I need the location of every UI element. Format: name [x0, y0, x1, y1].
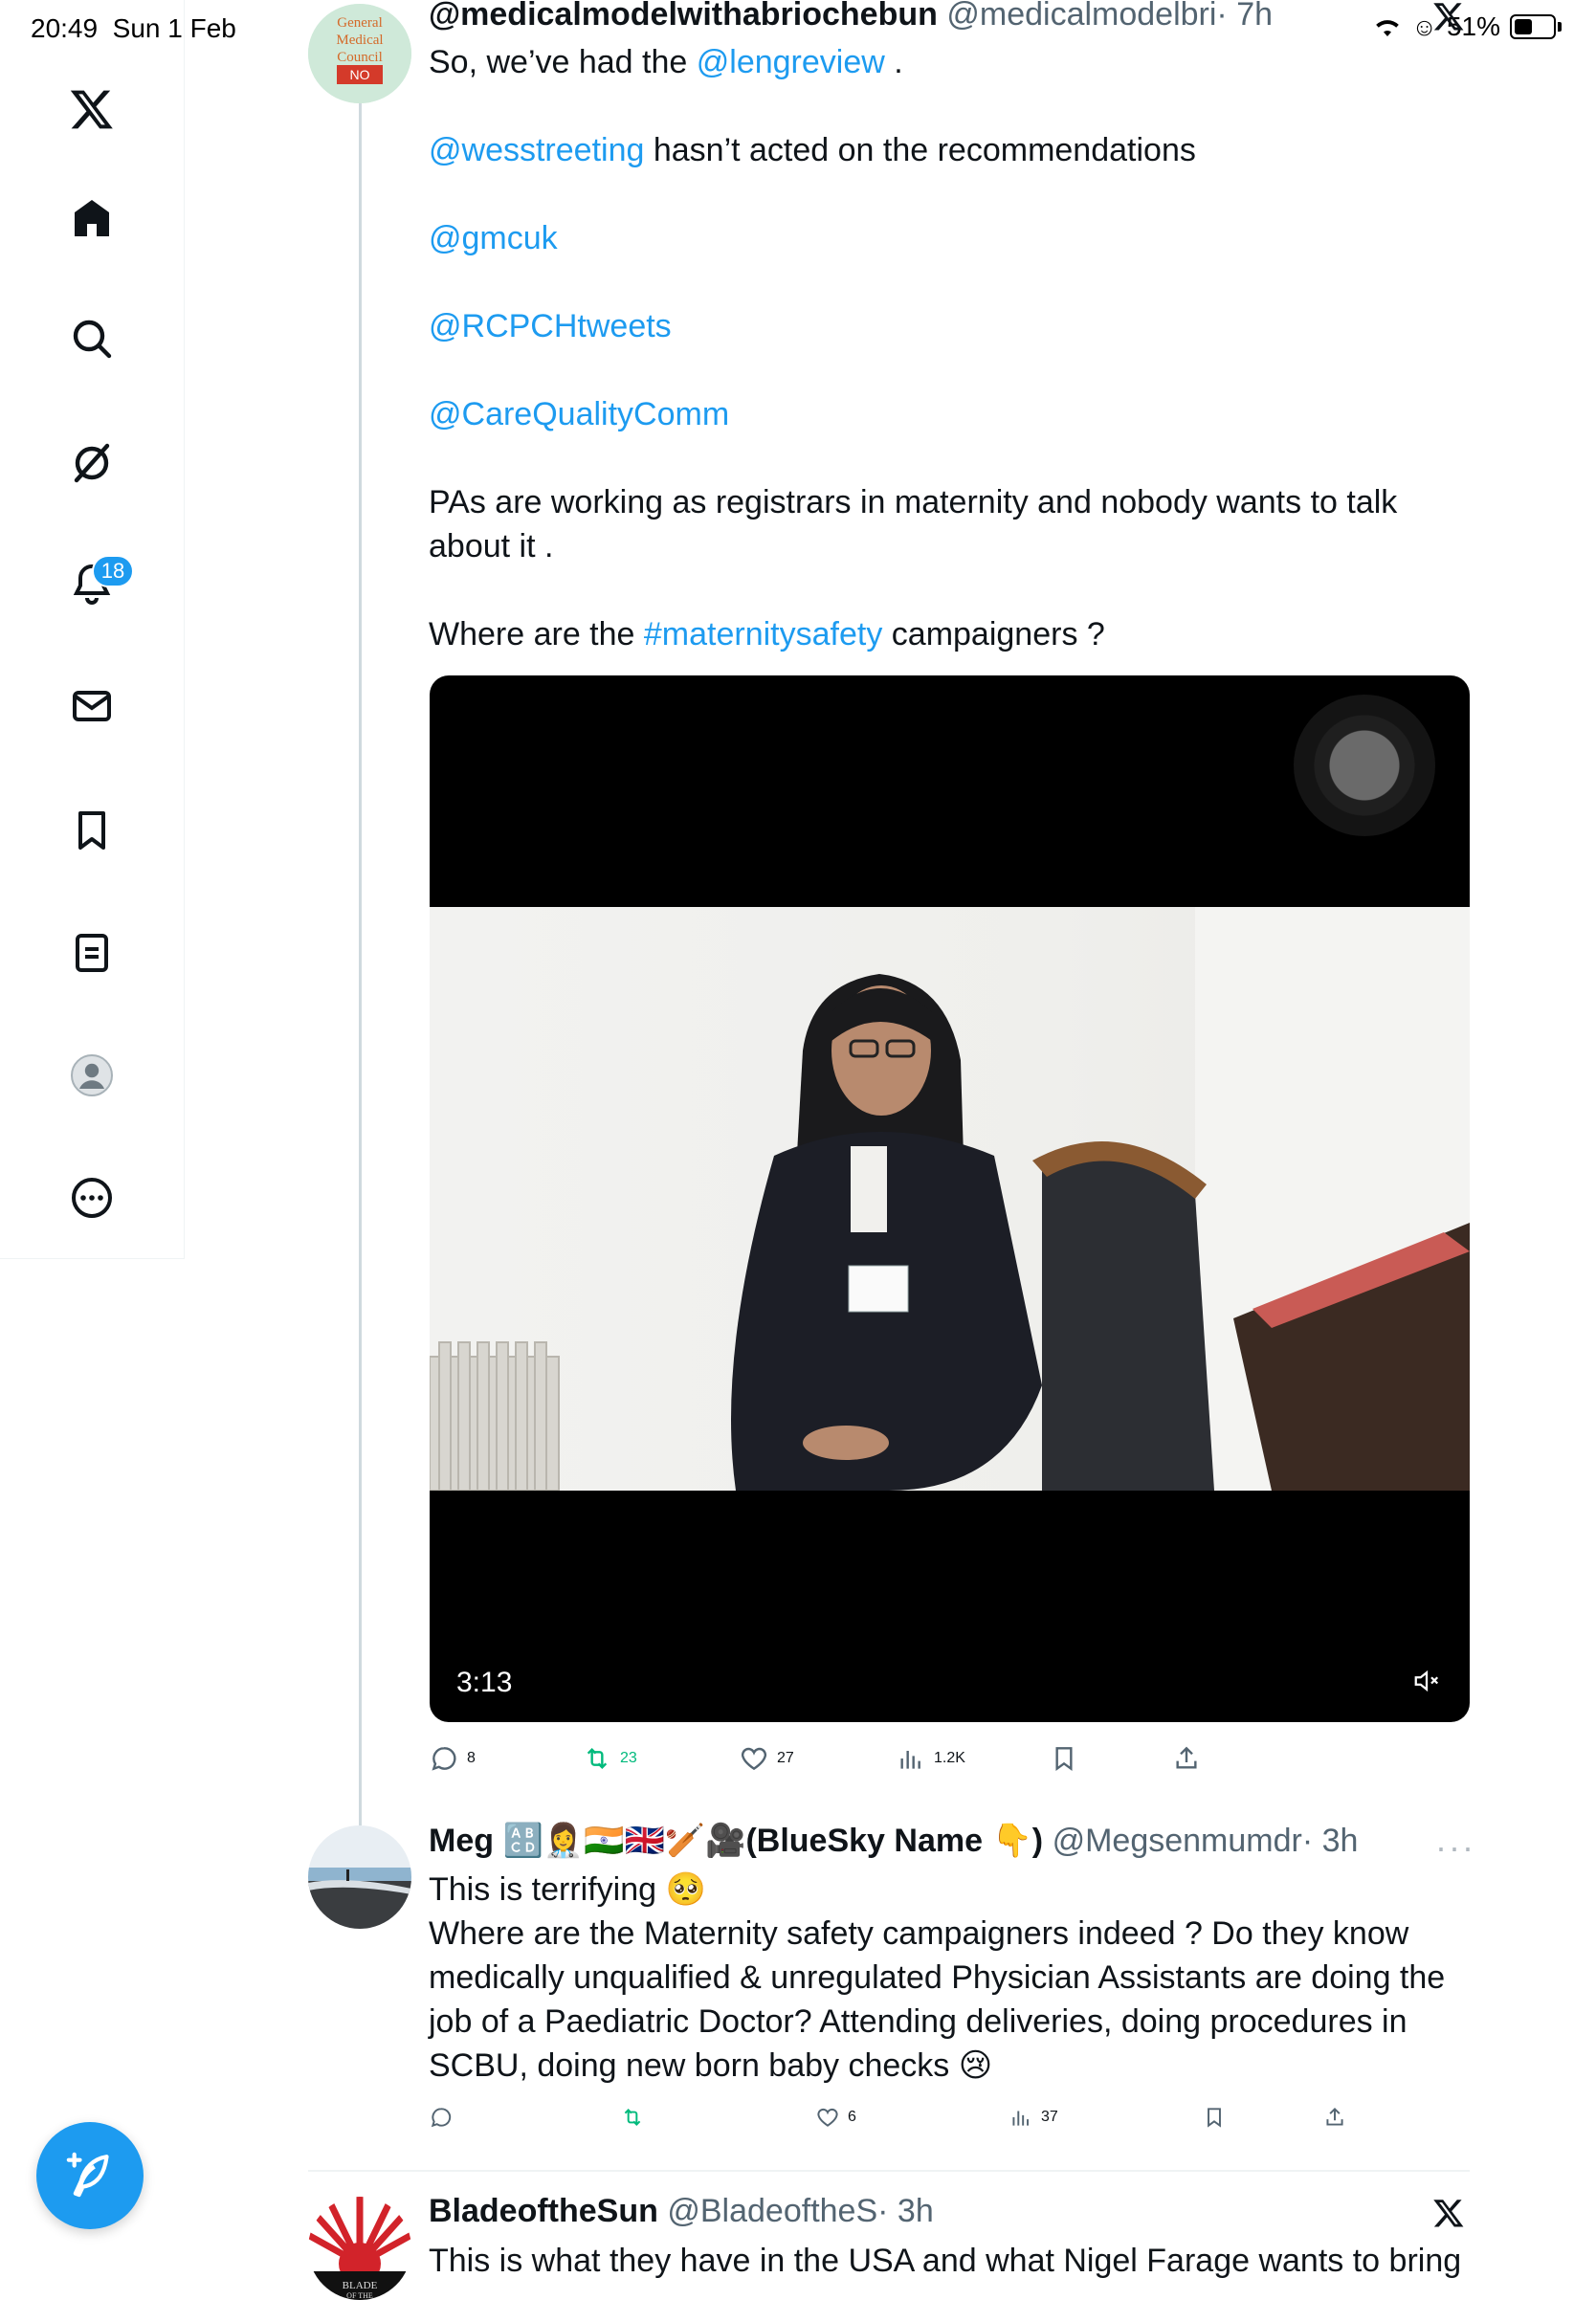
x-close-icon[interactable]	[1431, 0, 1466, 33]
tweet-header: @medicalmodelwithabriochebun @medicalmod…	[429, 0, 1273, 33]
author-name[interactable]: BladeoftheSun	[429, 2193, 658, 2229]
bookmark-button[interactable]	[1049, 1743, 1079, 1774]
like-button[interactable]: 27	[739, 1743, 794, 1774]
home-icon[interactable]	[65, 191, 119, 245]
video-frame	[430, 907, 1470, 1491]
post-time: · 3h	[1301, 1823, 1359, 1859]
share-icon	[1176, 1746, 1197, 1769]
reply-icon	[432, 1747, 456, 1771]
reply-button[interactable]	[429, 2105, 454, 2130]
share-icon	[1326, 2107, 1343, 2126]
svg-text:General: General	[337, 15, 382, 31]
bookmark-icon	[1208, 2108, 1221, 2128]
tweet-divider	[308, 2170, 1470, 2172]
tweet-line: So, we’ve had the @lengreview .	[429, 44, 903, 80]
author-name[interactable]: Meg 🔠👩‍⚕️🇮🇳🇬🇧🏏🎥(BlueSky Name 👇)	[429, 1823, 1043, 1859]
grok-icon[interactable]	[65, 436, 119, 490]
author-handle[interactable]: @Megsenmumdr	[1053, 1823, 1302, 1859]
tweet-body: This is terrifying 🥺 Where are the Mater…	[429, 1868, 1472, 2088]
lists-icon[interactable]	[65, 926, 119, 980]
messages-icon[interactable]	[65, 679, 119, 733]
video-duration: 3:13	[456, 1667, 513, 1698]
notifications-badge: 18	[92, 555, 134, 587]
compose-post-button[interactable]	[36, 2122, 144, 2229]
post-time: · 3h	[877, 2193, 934, 2229]
svg-text:NO: NO	[350, 67, 370, 82]
analytics-icon	[1012, 2111, 1030, 2126]
bookmark-icon	[1055, 1747, 1073, 1772]
tweet-body: So, we’ve had the @lengreview . @wesstre…	[429, 40, 1481, 656]
profile-icon[interactable]	[65, 1049, 119, 1102]
heart-icon	[817, 2108, 838, 2127]
wifi-icon	[1376, 20, 1400, 36]
bookmarks-icon[interactable]	[65, 804, 119, 857]
beach-avatar-icon	[308, 1825, 411, 1929]
tweet-line: This is terrifying 🥺	[429, 1871, 706, 1908]
record-button[interactable]	[1294, 695, 1435, 836]
author-handle[interactable]: @medicalmodelbri	[946, 0, 1216, 33]
views-button[interactable]: 1.2K	[896, 1743, 965, 1774]
avatar-medicalmodel[interactable]: General Medical Council NO	[308, 4, 411, 103]
video-still	[430, 907, 1470, 1491]
tweet-paragraph: PAs are working as registrars in materni…	[429, 484, 1398, 564]
hashtag-link[interactable]: #maternitysafety	[644, 616, 882, 652]
tweet-line: Where are the #maternitysafety campaigne…	[429, 616, 1105, 652]
x-logo-icon[interactable]	[65, 82, 119, 136]
heart-icon	[741, 1747, 767, 1771]
svg-text:Council: Council	[337, 50, 383, 65]
tweet-body: This is what they have in the USA and wh…	[429, 2239, 1481, 2283]
retweet-icon	[587, 1747, 608, 1770]
like-button[interactable]: 6	[815, 2105, 856, 2130]
battery-icon	[1510, 14, 1556, 39]
mention-link[interactable]: @lengreview	[697, 44, 885, 80]
avatar-meg[interactable]	[308, 1825, 411, 1929]
analytics-icon	[900, 1751, 920, 1769]
gmc-logo-icon: General Medical Council NO	[308, 4, 411, 103]
bookmark-button[interactable]	[1202, 2105, 1227, 2130]
mute-icon[interactable]	[1412, 1667, 1441, 1695]
retweet-button[interactable]	[620, 2105, 645, 2130]
mention-link[interactable]: @wesstreeting	[429, 132, 644, 168]
retweet-button[interactable]: 23	[582, 1743, 637, 1774]
search-icon[interactable]	[65, 312, 119, 365]
tweet-paragraph: Where are the Maternity safety campaigne…	[429, 1915, 1446, 2084]
retweet-icon	[624, 2109, 641, 2126]
more-icon[interactable]	[65, 1171, 119, 1225]
more-options-button[interactable]: ···	[1435, 1827, 1475, 1868]
svg-text:BLADE: BLADE	[343, 2280, 378, 2291]
sidebar: 18	[0, 0, 185, 1259]
reply-icon	[431, 2108, 452, 2128]
share-button[interactable]	[1322, 2105, 1347, 2130]
video-player[interactable]: 3:13	[430, 675, 1470, 1722]
svg-text:Medical: Medical	[336, 33, 383, 48]
mention-link[interactable]: @RCPCHtweets	[429, 304, 1481, 348]
feather-plus-icon	[66, 2152, 109, 2198]
status-icons: ☺ 51%	[1373, 11, 1562, 42]
thread-line	[359, 103, 362, 1825]
mention-link[interactable]: @gmcuk	[429, 216, 1481, 260]
author-handle[interactable]: @BladeoftheS	[667, 2193, 877, 2229]
author-name[interactable]: @medicalmodelwithabriochebun	[429, 0, 938, 33]
tweet-line: @wesstreeting hasn’t acted on the recomm…	[429, 132, 1196, 168]
reply-button[interactable]: 8	[429, 1743, 476, 1774]
mention-link[interactable]: @CareQualityComm	[429, 392, 1481, 436]
tweet-header-row: BladeoftheSun @BladeoftheS· 3h	[429, 2193, 934, 2230]
views-button[interactable]: 37	[1009, 2105, 1058, 2130]
share-button[interactable]	[1171, 1743, 1202, 1774]
tweet-header: Meg 🔠👩‍⚕️🇮🇳🇬🇧🏏🎥(BlueSky Name 👇) @Megsenm…	[429, 1822, 1358, 1860]
tweet-paragraph: This is what they have in the USA and wh…	[429, 2243, 1462, 2279]
x-logo-icon[interactable]	[1431, 2197, 1466, 2229]
svg-text:OF THE: OF THE	[346, 2291, 373, 2300]
post-time: · 7h	[1216, 0, 1274, 33]
